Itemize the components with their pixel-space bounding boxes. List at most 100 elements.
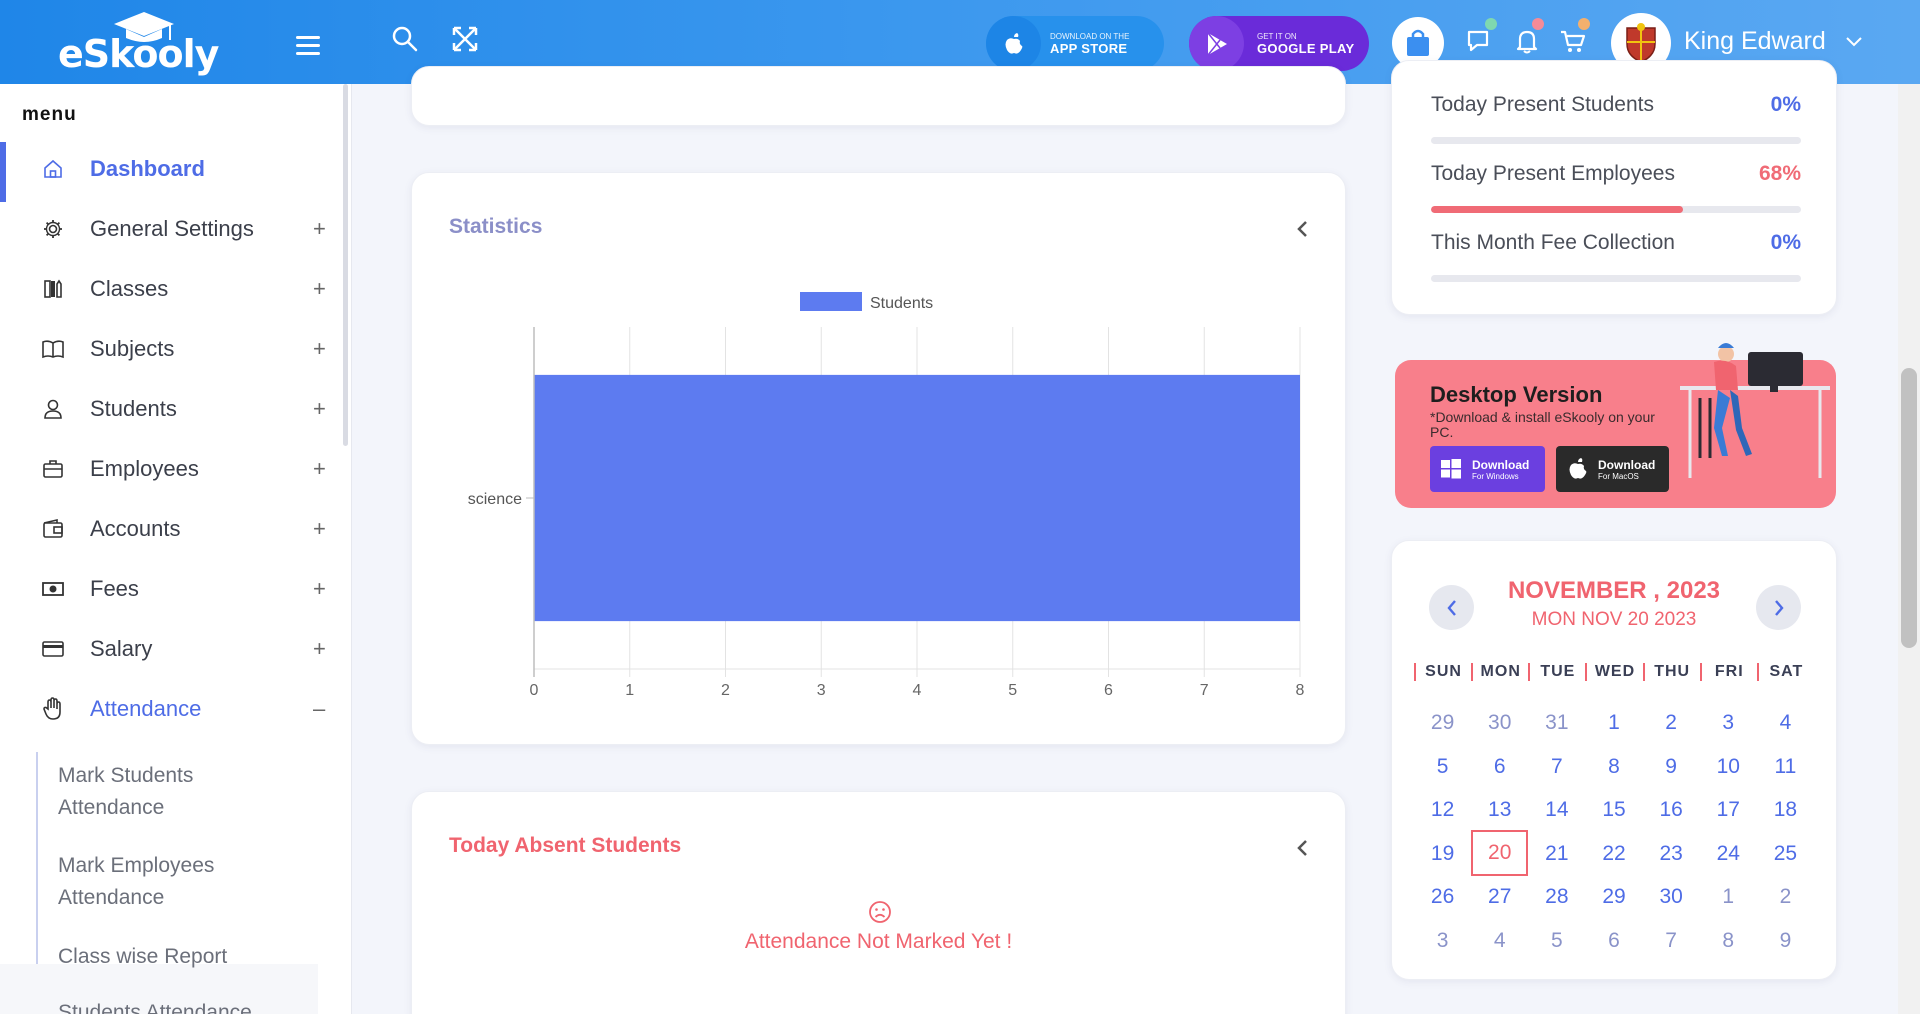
calendar-day[interactable]: 25 [1757,832,1814,876]
sidebar-item-label: Dashboard [90,156,205,181]
home-icon [40,156,66,182]
bell-icon[interactable] [1512,26,1542,56]
calendar-day[interactable]: 6 [1471,745,1528,789]
sidebar-item-label: Employees [90,456,199,481]
calendar-day[interactable]: 30 [1643,875,1700,919]
sidebar-item-attendance[interactable]: Attendance – [0,685,340,733]
sidebar-item-dashboard[interactable]: Dashboard [0,145,340,193]
calendar-day[interactable]: 9 [1643,745,1700,789]
stat-value: 0% [1770,93,1801,116]
calendar-day[interactable]: 3 [1700,701,1757,745]
eskooly-logo[interactable]: eSkooly [58,10,219,78]
calendar-day[interactable]: 15 [1585,788,1642,832]
calendar-day[interactable]: 18 [1757,788,1814,832]
expand-icon[interactable]: + [313,456,326,482]
calendar-day[interactable]: 3 [1414,919,1471,963]
expand-icon[interactable]: + [313,276,326,302]
sidebar-scrollbar[interactable] [343,84,348,446]
menu-toggle-button[interactable] [296,36,320,56]
calendar-day[interactable]: 8 [1700,919,1757,963]
sidebar-item-salary[interactable]: Salary + [0,625,340,673]
calendar-day[interactable]: 17 [1700,788,1757,832]
calendar-day[interactable]: 28 [1528,875,1585,919]
sidebar-item-employees[interactable]: Employees + [0,445,340,493]
expand-icon[interactable]: + [313,516,326,542]
legend-swatch [800,292,862,311]
calendar-day[interactable]: 27 [1471,875,1528,919]
expand-icon[interactable]: + [313,336,326,362]
calendar-day-today[interactable]: 20 [1471,829,1529,876]
chevron-left-icon[interactable] [1295,838,1309,858]
sub-item-mark-students-attendance[interactable]: Mark Students Attendance [58,760,278,824]
calendar-day[interactable]: 26 [1414,875,1471,919]
calendar-day[interactable]: 24 [1700,832,1757,876]
calendar-day[interactable]: 4 [1757,701,1814,745]
statistics-chart: 0 1 2 3 4 5 6 7 8 science Students [468,292,1305,699]
sub-item-students-attendance[interactable]: Students Attendance [58,997,252,1014]
x-tick-label: 5 [1008,682,1017,699]
collapse-icon[interactable]: – [313,696,325,722]
calendar-day[interactable]: 19 [1414,832,1471,876]
calendar-day[interactable]: 4 [1471,919,1528,963]
sub-item-mark-employees-attendance[interactable]: Mark Employees Attendance [58,850,278,914]
calendar-weekday-header: SUN MON TUE WED THU FRI SAT [1414,663,1814,681]
calendar-day[interactable]: 6 [1585,919,1642,963]
calendar-day[interactable]: 31 [1528,701,1585,745]
calendar-day[interactable]: 2 [1757,875,1814,919]
download-mac-button[interactable]: Download For MacOS [1556,446,1669,492]
calendar-day[interactable]: 5 [1414,745,1471,789]
sub-item-class-wise-report[interactable]: Class wise Report [58,941,227,973]
money-icon [40,576,66,602]
calendar-day[interactable]: 12 [1414,788,1471,832]
expand-icon[interactable]: + [313,576,326,602]
calendar-day[interactable]: 9 [1757,919,1814,963]
x-tick-label: 8 [1296,682,1305,699]
calendar-day[interactable]: 1 [1585,701,1642,745]
sidebar-item-fees[interactable]: Fees + [0,565,340,613]
calendar-day[interactable]: 2 [1643,701,1700,745]
shopping-bag-icon [1407,29,1429,56]
sidebar-item-general-settings[interactable]: General Settings + [0,205,340,253]
sidebar-item-classes[interactable]: Classes + [0,265,340,313]
chevron-down-icon[interactable] [1845,36,1863,48]
expand-icon[interactable]: + [313,216,326,242]
calendar-week-row: 3456789 [1414,919,1814,963]
apple-icon [1569,458,1587,479]
google-play-button[interactable]: GET IT ON GOOGLE PLAY [1189,16,1369,71]
calendar-day[interactable]: 11 [1757,745,1814,789]
calendar-day[interactable]: 21 [1528,832,1585,876]
download-windows-button[interactable]: Download For Windows [1430,446,1545,492]
calendar-day[interactable]: 13 [1471,788,1528,832]
calendar-day[interactable]: 14 [1528,788,1585,832]
app-store-button[interactable]: DOWNLOAD ON THE APP STORE [986,16,1164,71]
expand-icon[interactable]: + [313,396,326,422]
calendar-week-row: 19 20 21 22 23 24 25 [1414,829,1814,876]
page-scrollbar-thumb[interactable] [1901,368,1917,648]
expand-icon[interactable]: + [313,636,326,662]
calendar-day[interactable]: 16 [1643,788,1700,832]
sidebar-item-subjects[interactable]: Subjects + [0,325,340,373]
calendar-day[interactable]: 30 [1471,701,1528,745]
calendar-day[interactable]: 29 [1585,875,1642,919]
calendar-day[interactable]: 10 [1700,745,1757,789]
stat-fee-collection: This Month Fee Collection 0% [1431,231,1801,282]
calendar-day[interactable]: 29 [1414,701,1471,745]
calendar-day[interactable]: 23 [1643,832,1700,876]
sidebar-item-accounts[interactable]: Accounts + [0,505,340,553]
calendar-day[interactable]: 7 [1528,745,1585,789]
menu-title: menu [22,104,77,125]
fullscreen-icon[interactable] [450,24,480,54]
user-name[interactable]: King Edward [1684,27,1826,56]
search-icon[interactable] [390,24,420,54]
calendar-day[interactable]: 7 [1643,919,1700,963]
cart-icon[interactable] [1558,26,1588,56]
calendar-day[interactable]: 8 [1585,745,1642,789]
chart-legend[interactable]: Students [800,292,933,312]
page-scrollbar[interactable] [1898,84,1920,1014]
chat-icon[interactable] [1465,26,1495,56]
calendar-day[interactable]: 22 [1585,832,1642,876]
summary-stats-card: Today Present Students 0% Today Present … [1391,60,1837,315]
sidebar-item-students[interactable]: Students + [0,385,340,433]
calendar-day[interactable]: 1 [1700,875,1757,919]
calendar-day[interactable]: 5 [1528,919,1585,963]
